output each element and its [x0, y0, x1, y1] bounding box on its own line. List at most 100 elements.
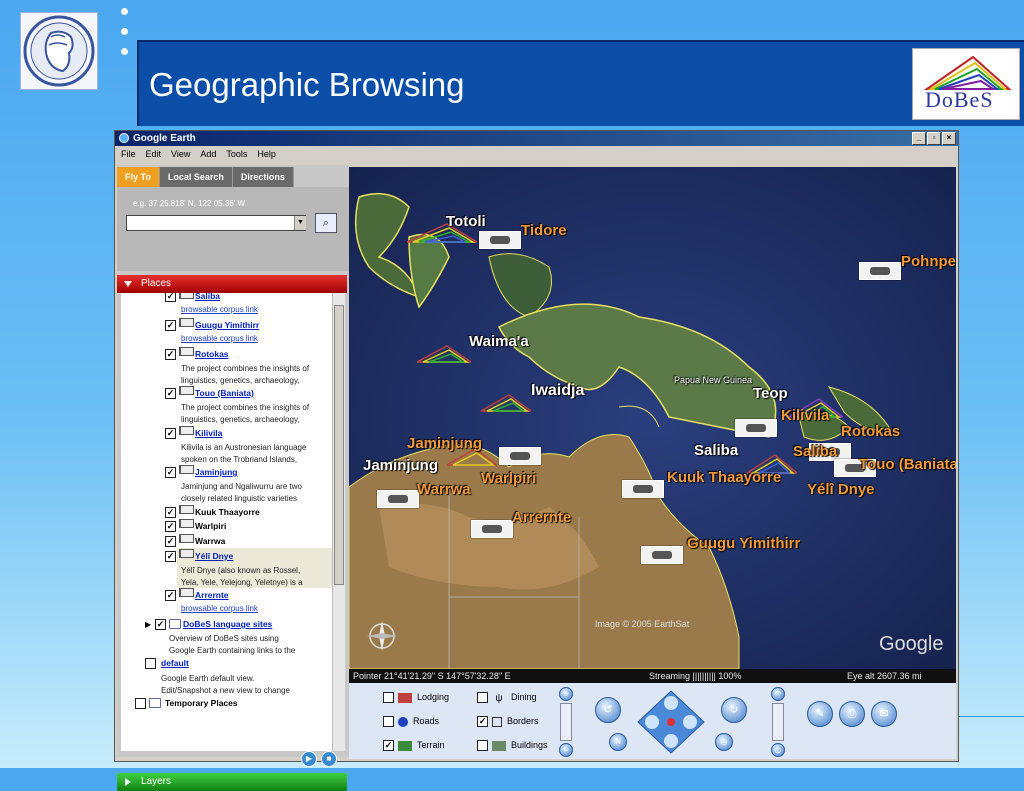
map-label[interactable]: Iwaidja [531, 382, 584, 400]
checkbox-borders[interactable]: ✓ [477, 716, 488, 728]
stop-tour-icon[interactable]: ■ [321, 751, 337, 767]
place-guugu-yimithirr[interactable]: Guugu Yimithirr [195, 320, 259, 330]
checkbox-arrernte[interactable]: ✓ [165, 590, 176, 601]
dobes-placemark-icon[interactable] [417, 344, 471, 364]
chevron-down-icon[interactable]: ▼ [294, 216, 306, 230]
tilt-slider[interactable] [560, 703, 572, 741]
layer-dining[interactable]: ψ Dining [477, 692, 537, 704]
menu-file[interactable]: File [121, 146, 136, 163]
map-label[interactable]: Waima'a [469, 333, 529, 350]
map-label[interactable]: Kuuk Thaayorre [667, 469, 781, 486]
site-thumbnail[interactable] [859, 262, 901, 280]
print-icon[interactable]: ⎙ [839, 701, 865, 727]
corpus-link-saliba[interactable]: browsable corpus link [181, 305, 258, 314]
tilt-up-icon[interactable]: ◠ [771, 687, 785, 701]
play-tour-icon[interactable]: ▶ [301, 751, 317, 767]
site-thumbnail[interactable] [641, 546, 683, 564]
map-label[interactable]: Jaminjung [363, 457, 438, 474]
site-thumbnail[interactable] [622, 480, 664, 498]
site-thumbnail[interactable] [735, 419, 777, 437]
menu-edit[interactable]: Edit [146, 146, 162, 163]
checkbox-warrwa[interactable]: ✓ [165, 536, 176, 547]
checkbox-yeli-dnye[interactable]: ✓ [165, 551, 176, 562]
search-button[interactable]: ⌕ [315, 213, 337, 233]
place-warrwa[interactable]: Warrwa [195, 536, 225, 546]
checkbox-buildings[interactable] [477, 740, 488, 752]
checkbox-kilivila[interactable]: ✓ [165, 428, 176, 439]
dobes-placemark-icon[interactable] [481, 393, 531, 413]
site-thumbnail[interactable] [479, 231, 521, 249]
layer-terrain[interactable]: ✓ Terrain [383, 740, 445, 752]
place-touo[interactable]: Touo (Baniata) [195, 388, 254, 398]
place-jaminjung[interactable]: Jaminjung [195, 467, 238, 477]
map-label[interactable]: Tidore [521, 222, 567, 239]
map-label[interactable]: Saliba [793, 443, 837, 460]
rotate-right-icon[interactable]: ↻ [721, 697, 747, 723]
corpus-link-arrernte[interactable]: browsable corpus link [181, 604, 258, 613]
map-label[interactable]: Rotokas [841, 423, 900, 440]
placemark-tool-icon[interactable]: ✎ [807, 701, 833, 727]
map-label[interactable]: Yélî Dnye [807, 481, 875, 498]
checkbox-temporary[interactable] [135, 698, 146, 709]
menu-add[interactable]: Add [200, 146, 216, 163]
place-saliba[interactable]: Saliba [195, 293, 220, 301]
map-label[interactable]: Teop [753, 385, 788, 402]
minimize-button[interactable]: _ [912, 132, 926, 145]
tab-fly-to[interactable]: Fly To [117, 167, 160, 187]
map-label[interactable]: Saliba [694, 442, 738, 459]
map-label[interactable]: Warlpiri [481, 470, 536, 487]
places-scrollbar[interactable] [332, 293, 345, 751]
tab-local-search[interactable]: Local Search [159, 167, 233, 187]
map-view[interactable]: Totoli Tidore Pohnpei Waima'a Papua New … [349, 167, 956, 669]
place-arrernte[interactable]: Arrernte [195, 590, 229, 600]
layer-borders[interactable]: ✓ Borders [477, 716, 539, 728]
expand-arrow-icon[interactable]: ▶ [145, 620, 151, 629]
layer-buildings[interactable]: Buildings [477, 740, 548, 752]
folder-dobes-sites[interactable]: DoBeS language sites [183, 619, 272, 629]
place-rotokas[interactable]: Rotokas [195, 349, 229, 359]
close-button[interactable]: × [942, 132, 956, 145]
checkbox-touo[interactable]: ✓ [165, 388, 176, 399]
checkbox-roads[interactable] [383, 716, 394, 728]
map-label[interactable]: Arrernte [512, 509, 571, 526]
place-kuuk-thaayorre[interactable]: Kuuk Thaayorre [195, 507, 260, 517]
zoom-in-icon[interactable]: + [559, 687, 573, 701]
checkbox-warlpiri[interactable]: ✓ [165, 521, 176, 532]
email-icon[interactable]: ✉ [871, 701, 897, 727]
site-thumbnail[interactable] [471, 520, 513, 538]
layer-lodging[interactable]: Lodging [383, 692, 449, 704]
checkbox-default[interactable] [145, 658, 156, 669]
folder-default[interactable]: default [161, 658, 189, 668]
checkbox-rotokas[interactable]: ✓ [165, 349, 176, 360]
menu-help[interactable]: Help [257, 146, 276, 163]
site-thumbnail[interactable] [377, 490, 419, 508]
menu-view[interactable]: View [171, 146, 190, 163]
corpus-link-guugu-yimithirr[interactable]: browsable corpus link [181, 334, 258, 343]
map-label[interactable]: Warrwa [417, 481, 471, 498]
zoom-slider[interactable] [772, 703, 784, 741]
zoom-out-icon[interactable]: − [559, 743, 573, 757]
checkbox-jaminjung[interactable]: ✓ [165, 467, 176, 478]
map-label[interactable]: Guugu Yimithirr [687, 535, 800, 552]
layer-roads[interactable]: Roads [383, 716, 439, 728]
reset-tilt-icon[interactable]: ⊖ [715, 733, 733, 751]
map-label[interactable]: Totoli [446, 213, 486, 230]
layers-header[interactable]: Layers [117, 773, 347, 791]
rotate-left-icon[interactable]: ↺ [595, 697, 621, 723]
place-kilivila[interactable]: Kilivila [195, 428, 222, 438]
tab-directions[interactable]: Directions [232, 167, 294, 187]
site-thumbnail[interactable] [499, 447, 541, 465]
tilt-down-icon[interactable]: ◡ [771, 743, 785, 757]
map-label[interactable]: Kilivila [781, 407, 829, 424]
map-label[interactable]: Touo (Baniata) [859, 456, 956, 473]
place-warlpiri[interactable]: Warlpiri [195, 521, 226, 531]
checkbox-dobes-sites[interactable]: ✓ [155, 619, 166, 630]
checkbox-saliba[interactable]: ✓ [165, 293, 176, 302]
checkbox-lodging[interactable] [383, 692, 394, 704]
map-label[interactable]: Pohnpei [901, 253, 956, 270]
checkbox-guugu-yimithirr[interactable]: ✓ [165, 320, 176, 331]
fly-to-input[interactable] [126, 215, 306, 231]
folder-temporary-places[interactable]: Temporary Places [165, 698, 238, 708]
checkbox-kuuk-thaayorre[interactable]: ✓ [165, 507, 176, 518]
restore-button[interactable]: ▫ [927, 132, 941, 145]
